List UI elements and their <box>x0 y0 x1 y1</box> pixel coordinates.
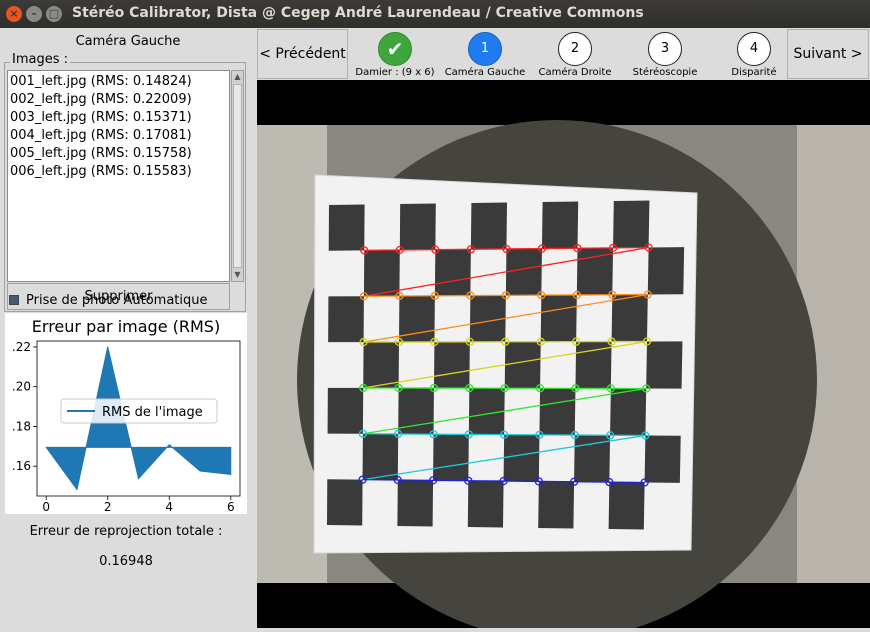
list-item[interactable]: 003_left.jpg (RMS: 0.15371) <box>10 109 227 127</box>
checker-square <box>434 249 471 296</box>
checker-square <box>540 294 577 342</box>
checker-square <box>505 248 542 296</box>
auto-capture-label: Prise de photo Automatique <box>26 292 208 308</box>
checker-square <box>646 341 683 389</box>
list-item[interactable]: 002_left.jpg (RMS: 0.22009) <box>10 91 227 109</box>
auto-capture-checkbox[interactable] <box>9 295 19 305</box>
x-tick-label: 4 <box>165 500 173 514</box>
camera-photo <box>257 120 870 632</box>
scroll-down-icon[interactable]: ▼ <box>232 269 243 281</box>
step-number-badge: 1 <box>468 32 502 66</box>
maximize-icon[interactable]: □ <box>46 6 62 22</box>
checker-square <box>362 433 399 480</box>
step-label: Damier : (9 x 6) <box>355 67 435 78</box>
total-error-value: 0.16948 <box>99 554 153 569</box>
wizard-toolbar: < Précédent ✔ Damier : (9 x 6) 1 Caméra … <box>256 28 870 80</box>
checker-square <box>538 481 575 529</box>
panel-title: Caméra Gauche <box>75 34 181 49</box>
close-icon[interactable]: × <box>6 6 22 22</box>
checker-square <box>610 388 647 436</box>
step-label: Caméra Droite <box>538 67 612 78</box>
checker-square <box>504 341 541 389</box>
checker-square <box>327 479 363 526</box>
checker-square <box>328 204 365 251</box>
checker-square <box>541 201 579 249</box>
step-label: Stéréoscopie <box>632 67 698 78</box>
scroll-thumb[interactable] <box>233 84 242 268</box>
y-tick-label: .16 <box>12 459 31 473</box>
checker-square <box>503 434 540 482</box>
corner-row-line <box>363 387 647 390</box>
window-title: Stéréo Calibrator, Dista @ Cegep André L… <box>72 5 644 21</box>
title-bar: × – □ Stéréo Calibrator, Dista @ Cegep A… <box>0 0 870 28</box>
list-item[interactable]: 001_left.jpg (RMS: 0.14824) <box>10 73 227 91</box>
step-number-badge: 3 <box>648 32 682 66</box>
list-item[interactable]: 004_left.jpg (RMS: 0.17081) <box>10 127 227 145</box>
rms-chart: Erreur par image (RMS) 0 2 4 6 .16 .18 .20 .22 RM… <box>5 313 247 514</box>
checker-square <box>433 434 469 481</box>
auto-capture-row[interactable]: Prise de photo Automatique <box>9 291 208 309</box>
step-label: Caméra Gauche <box>444 67 526 78</box>
camera-image-area <box>257 80 870 632</box>
next-button[interactable]: Suivant > <box>787 29 869 79</box>
corner-row-line <box>363 340 648 343</box>
listbox-scrollbar[interactable]: ▲ ▼ <box>231 70 244 282</box>
total-error-label: Erreur de reprojection totale : <box>29 524 223 539</box>
images-listbox[interactable]: 001_left.jpg (RMS: 0.14824) 002_left.jpg… <box>7 70 230 282</box>
checker-square <box>363 342 399 388</box>
y-tick-label: .18 <box>12 419 31 433</box>
minimize-icon[interactable]: – <box>26 6 42 22</box>
left-panel: Caméra Gauche Images : 001_left.jpg (RMS… <box>0 28 256 628</box>
checker-square <box>397 480 434 527</box>
x-tick-label: 2 <box>104 500 112 514</box>
list-item[interactable]: 006_left.jpg (RMS: 0.15583) <box>10 163 227 181</box>
y-tick-label: .20 <box>12 380 31 394</box>
step-left-camera[interactable]: 1 Caméra Gauche <box>440 30 530 80</box>
checker-square <box>327 387 364 434</box>
step-number-badge: 2 <box>558 32 592 66</box>
step-right-camera[interactable]: 2 Caméra Droite <box>530 30 620 80</box>
checker-square <box>399 203 436 250</box>
images-group-label: Images : <box>10 52 70 67</box>
checker-square <box>328 296 364 343</box>
step-disparity[interactable]: 4 Disparité <box>710 30 798 80</box>
rms-chart-svg: Erreur par image (RMS) 0 2 4 6 .16 .18 .20 .22 RM… <box>12 317 241 514</box>
legend-label: RMS de l'image <box>102 405 203 420</box>
step-checkerboard[interactable]: ✔ Damier : (9 x 6) <box>350 30 440 80</box>
checker-square <box>433 341 470 389</box>
checker-square <box>608 482 645 530</box>
check-icon: ✔ <box>378 32 412 66</box>
x-tick-label: 0 <box>42 500 50 514</box>
step-number-badge: 4 <box>737 32 771 66</box>
scroll-up-icon[interactable]: ▲ <box>232 71 243 83</box>
checker-square <box>363 250 400 297</box>
checker-square <box>467 480 504 528</box>
y-tick-label: .22 <box>12 340 31 354</box>
previous-button[interactable]: < Précédent <box>257 29 348 79</box>
checker-square <box>539 388 576 436</box>
checker-square <box>647 247 685 295</box>
checker-square <box>613 200 650 248</box>
step-label: Disparité <box>731 67 777 78</box>
step-stereoscopy[interactable]: 3 Stéréoscopie <box>620 30 710 80</box>
list-item[interactable]: 005_left.jpg (RMS: 0.15758) <box>10 145 227 163</box>
checker-square <box>611 294 648 342</box>
checker-square <box>470 202 507 250</box>
chart-title: Erreur par image (RMS) <box>32 317 220 336</box>
x-tick-label: 6 <box>227 500 235 514</box>
checker-square <box>644 435 681 483</box>
